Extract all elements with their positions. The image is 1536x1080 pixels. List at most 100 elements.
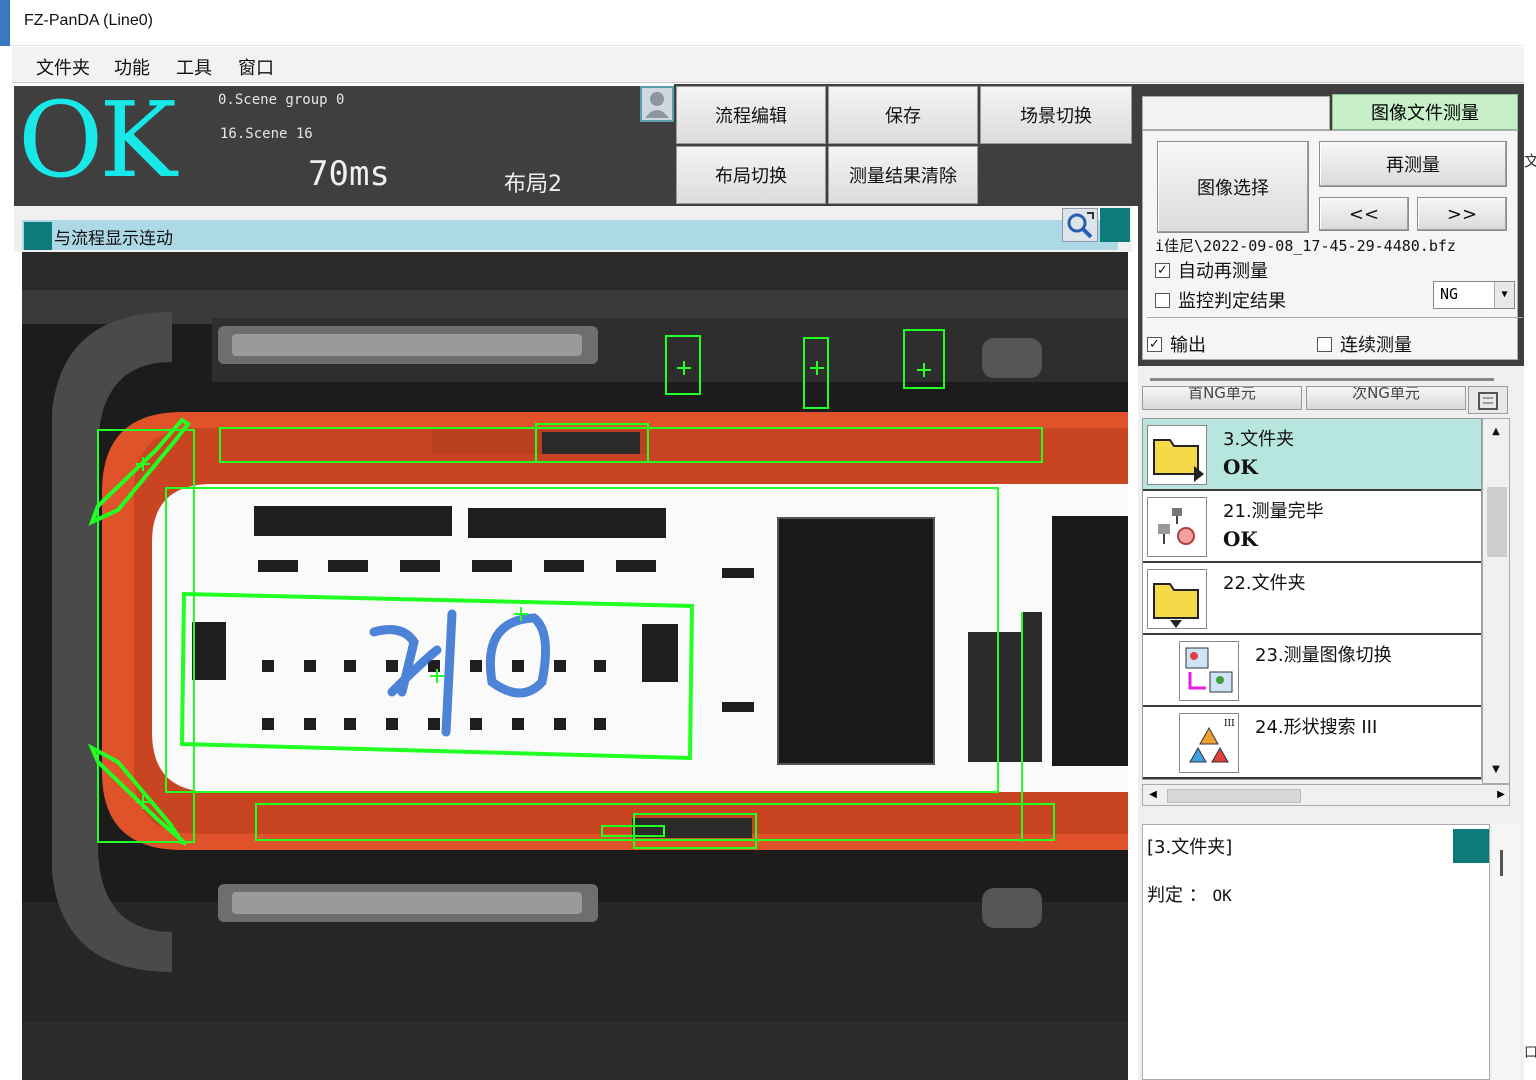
unit-name: 21.测量完毕	[1223, 501, 1324, 522]
dropdown-arrow-icon: ▼	[1494, 282, 1514, 308]
zoom-icon[interactable]	[1062, 208, 1098, 242]
scene-label: 16.Scene 16	[220, 126, 313, 142]
list-item[interactable]: III 24.形状搜索 III	[1143, 707, 1481, 779]
auto-remeasure-label: 自动再测量	[1178, 261, 1268, 282]
folder-icon	[1147, 569, 1207, 629]
link-marker	[24, 222, 52, 250]
menu-folder[interactable]: 文件夹	[34, 54, 92, 80]
detail-marker	[1453, 829, 1489, 863]
menu-function[interactable]: 功能	[112, 54, 152, 80]
save-button[interactable]: 保存	[828, 86, 978, 144]
detail-scroll-thumb[interactable]	[1500, 850, 1503, 876]
edge-text-bottom: 口	[1524, 1045, 1536, 1061]
status-panel: OK 0.Scene group 0 16.Scene 16 70ms 布局2	[14, 80, 674, 206]
link-flow-label: 与流程显示连动	[54, 229, 173, 249]
monitor-result-checkbox[interactable]: 监控判定结果	[1155, 287, 1286, 313]
menu-bar: 文件夹 功能 工具 窗口	[12, 47, 1524, 83]
scroll-right-icon[interactable]: ▶	[1493, 787, 1509, 803]
main-toolbar: 流程编辑 保存 场景切换 布局切换 测量结果清除	[674, 84, 1138, 206]
continuous-measure-checkbox[interactable]: 连续测量	[1317, 331, 1412, 357]
scroll-left-icon[interactable]: ◀	[1145, 787, 1161, 803]
list-item[interactable]: 22.文件夹	[1143, 563, 1481, 635]
flow-list-hscroll[interactable]: ◀ ▶	[1142, 784, 1510, 806]
measure-divider	[1147, 317, 1523, 318]
checkbox-checked-icon: ✓	[1155, 262, 1170, 278]
monitor-select-value: NG	[1440, 285, 1459, 303]
detail-judge: 判定 ： OK	[1147, 881, 1232, 907]
prev-image-button[interactable]: <<	[1319, 197, 1409, 231]
camera-image	[22, 252, 1128, 1080]
image-view-header: 与流程显示连动	[14, 206, 1132, 252]
panel-rule	[1150, 378, 1494, 381]
flow-unit-list[interactable]: 3.文件夹 OK 21.测量完毕 OK 22.文件夹 23.测量图像切换 III…	[1142, 418, 1482, 780]
remeasure-button[interactable]: 再测量	[1319, 141, 1507, 187]
detail-panel: [3.文件夹] 判定 ： OK	[1138, 818, 1524, 1080]
flow-list-vscroll[interactable]: ▲ ▼	[1482, 418, 1510, 784]
user-icon[interactable]	[640, 86, 674, 122]
next-image-button[interactable]: >>	[1417, 197, 1507, 231]
tab-image-file-measure[interactable]: 图像文件测量	[1332, 94, 1518, 130]
unit-name: 24.形状搜索 III	[1255, 717, 1378, 738]
title-bar: FZ-PanDA (Line0)	[0, 0, 1526, 46]
list-item[interactable]: 3.文件夹 OK	[1143, 419, 1481, 491]
edge-text-top: 文	[1524, 152, 1536, 170]
shape-search-icon: III	[1179, 713, 1239, 773]
link-strip	[22, 220, 1118, 250]
file-path: i佳尼\2022-09-08_17-45-29-4480.bfz	[1155, 237, 1456, 255]
window-title: FZ-PanDA (Line0)	[24, 12, 153, 29]
measure-end-icon	[1147, 497, 1207, 557]
overall-result: OK	[18, 79, 177, 201]
unit-list-icon[interactable]	[1468, 386, 1508, 414]
select-image-button[interactable]: 图像选择	[1157, 141, 1309, 233]
output-checkbox[interactable]: ✓ 输出	[1147, 331, 1206, 357]
scroll-up-icon[interactable]: ▲	[1487, 423, 1505, 441]
window-edge	[0, 0, 10, 46]
detail-text-area: [3.文件夹] 判定 ： OK	[1142, 824, 1490, 1080]
monitor-result-label: 监控判定结果	[1178, 291, 1286, 312]
judge-value: OK	[1212, 886, 1232, 905]
app-window: FZ-PanDA (Line0) 文件夹 功能 工具 窗口 OK 0.Scene…	[0, 0, 1536, 1080]
unit-name: 23.测量图像切换	[1255, 645, 1392, 666]
checkbox-checked-icon: ✓	[1147, 336, 1162, 352]
checkbox-empty-icon	[1317, 336, 1332, 352]
image-switch-icon	[1179, 641, 1239, 701]
menu-window[interactable]: 窗口	[236, 54, 276, 80]
layout-switch-button[interactable]: 布局切换	[676, 146, 826, 204]
judge-label: 判定 ：	[1147, 885, 1207, 906]
checkbox-empty-icon	[1155, 292, 1170, 308]
unit-status: OK	[1223, 455, 1258, 479]
camera-image-view[interactable]	[22, 252, 1128, 1080]
folder-icon	[1147, 425, 1207, 485]
image-measure-panel: 图像文件测量 图像选择 再测量 << >> i佳尼\2022-09-08_17-…	[1138, 84, 1524, 366]
measure-panel-body: 图像选择 再测量 << >> i佳尼\2022-09-08_17-45-29-4…	[1142, 130, 1523, 360]
output-label: 输出	[1170, 335, 1206, 356]
continuous-measure-label: 连续测量	[1340, 335, 1412, 356]
svg-text:III: III	[1224, 719, 1235, 729]
clear-results-button[interactable]: 测量结果清除	[828, 146, 978, 204]
ng-nav: 首NG单元 次NG单元	[1142, 386, 1480, 412]
vscroll-thumb[interactable]	[1487, 487, 1507, 557]
first-ng-button[interactable]: 首NG单元	[1142, 386, 1302, 410]
scene-group-label: 0.Scene group 0	[218, 92, 345, 108]
monitor-result-select[interactable]: NG ▼	[1433, 281, 1515, 309]
list-item[interactable]: 21.测量完毕 OK	[1143, 491, 1481, 563]
unit-name: 22.文件夹	[1223, 573, 1306, 594]
right-edge: 文 口	[1524, 0, 1536, 1080]
tab-blank[interactable]	[1142, 96, 1330, 130]
flow-panel: 首NG单元 次NG单元 3.文件夹 OK 21.测量完毕 OK 22.文件夹 2…	[1138, 366, 1524, 818]
detail-scrollbar[interactable]	[1492, 824, 1520, 1080]
hscroll-thumb[interactable]	[1167, 789, 1301, 803]
menu-tools[interactable]: 工具	[174, 54, 214, 80]
view-marker	[1100, 208, 1130, 242]
processing-time: 70ms	[308, 154, 390, 194]
layout-label: 布局2	[504, 172, 562, 197]
unit-status: OK	[1223, 527, 1258, 551]
list-item[interactable]: 23.测量图像切换	[1143, 635, 1481, 707]
measure-tabs: 图像文件测量	[1142, 94, 1518, 130]
scroll-down-icon[interactable]: ▼	[1487, 761, 1505, 779]
detail-header: [3.文件夹]	[1147, 837, 1233, 858]
next-ng-button[interactable]: 次NG单元	[1306, 386, 1466, 410]
auto-remeasure-checkbox[interactable]: ✓ 自动再测量	[1155, 257, 1268, 283]
scene-switch-button[interactable]: 场景切换	[980, 86, 1132, 144]
flow-edit-button[interactable]: 流程编辑	[676, 86, 826, 144]
